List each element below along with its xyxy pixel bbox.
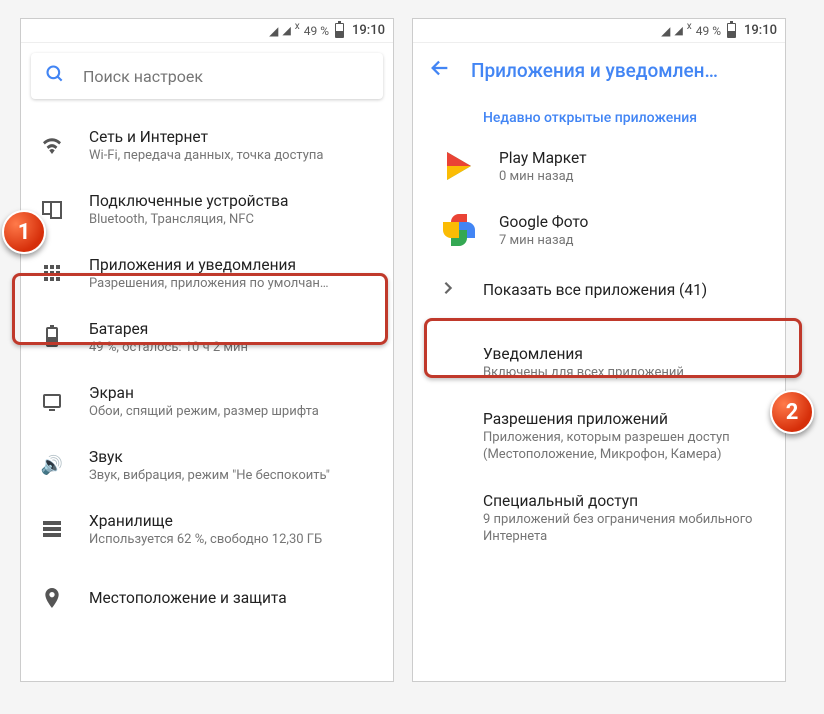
google-photos-icon [439, 210, 479, 250]
item-title: Местоположение и защита [89, 589, 375, 607]
app-subtitle: 0 мин назад [499, 169, 767, 184]
battery-percent: 49 % [696, 24, 721, 38]
status-clock: 19:10 [744, 23, 777, 38]
detail-subtitle: Приложения, которым разрешен доступ (Мес… [483, 430, 767, 464]
detail-special-access[interactable]: Специальный доступ 9 приложений без огра… [413, 478, 785, 560]
settings-item-display[interactable]: Экран Обои, спящий режим, размер шрифта [21, 369, 393, 433]
detail-notifications[interactable]: Уведомления Включены для всех приложений [413, 331, 785, 396]
app-title: Google Фото [499, 213, 767, 231]
signal-icon: ◢ [282, 24, 290, 37]
chevron-right-icon [443, 280, 453, 299]
item-title: Батарея [89, 320, 375, 338]
item-subtitle: Используется 62 %, свободно 12,30 ГБ [89, 532, 375, 547]
callout-badge-1: 1 [2, 210, 46, 254]
devices-icon [39, 201, 65, 217]
item-subtitle: 49 %, осталось: 10 ч 2 мин [89, 340, 375, 355]
detail-title: Разрешения приложений [483, 410, 767, 428]
item-title: Хранилище [89, 512, 375, 530]
app-title: Play Маркет [499, 149, 767, 167]
settings-item-battery[interactable]: Батарея 49 %, осталось: 10 ч 2 мин [21, 305, 393, 369]
wifi-icon [39, 136, 65, 154]
settings-item-network[interactable]: Сеть и Интернет Wi-Fi, передача данных, … [21, 113, 393, 177]
battery-percent: 49 % [304, 24, 329, 38]
status-bar: ◢ ◢ x 49 % 19:10 [21, 19, 393, 43]
settings-item-location[interactable]: Местоположение и защита [21, 561, 393, 625]
signal-icon: ◢ [674, 24, 682, 37]
detail-title: Специальный доступ [483, 492, 767, 510]
item-title: Звук [89, 448, 375, 466]
settings-item-sound[interactable]: 🔊 Звук Звук, вибрация, режим "Не беспоко… [21, 433, 393, 497]
display-icon [39, 394, 65, 408]
item-title: Экран [89, 384, 375, 402]
sound-icon: 🔊 [39, 455, 65, 476]
item-title: Подключенные устройства [89, 192, 375, 210]
recent-app-google-photos[interactable]: Google Фото 7 мин назад [413, 198, 785, 262]
app-subtitle: 7 мин назад [499, 233, 767, 248]
battery-icon [727, 23, 736, 38]
item-title: Приложения и уведомления [89, 256, 375, 274]
item-subtitle: Разрешения, приложения по умолчан… [89, 276, 375, 291]
item-subtitle: Звук, вибрация, режим "Не беспокоить" [89, 468, 375, 483]
app-bar: Приложения и уведомлен… [413, 43, 785, 94]
wifi-icon: ◢ [661, 24, 670, 38]
apps-grid-icon [39, 265, 65, 281]
show-all-apps[interactable]: Показать все приложения (41) [413, 262, 785, 317]
apps-notifications-screen: ◢ ◢ x 49 % 19:10 Приложения и уведомлен…… [412, 18, 786, 682]
recent-apps-header: Недавно открытые приложения [413, 94, 785, 134]
item-subtitle: Bluetooth, Трансляция, NFC [89, 212, 375, 227]
play-store-icon [439, 146, 479, 186]
callout-badge-2: 2 [770, 390, 814, 434]
item-subtitle: Wi-Fi, передача данных, точка доступа [89, 148, 375, 163]
battery-icon [335, 23, 344, 38]
item-subtitle: Обои, спящий режим, размер шрифта [89, 404, 375, 419]
search-settings[interactable]: Поиск настроек [31, 53, 383, 99]
status-clock: 19:10 [352, 23, 385, 38]
recent-app-play-market[interactable]: Play Маркет 0 мин назад [413, 134, 785, 198]
storage-icon [39, 521, 65, 537]
settings-item-connected[interactable]: Подключенные устройства Bluetooth, Транс… [21, 177, 393, 241]
detail-subtitle: 9 приложений без ограничения мобильного … [483, 512, 767, 546]
battery-icon [39, 327, 65, 347]
settings-screen: ◢ ◢ x 49 % 19:10 Поиск настроек Сеть и И… [20, 18, 394, 682]
show-all-label: Показать все приложения (41) [483, 281, 707, 299]
settings-list: Сеть и Интернет Wi-Fi, передача данных, … [21, 109, 393, 681]
location-icon [39, 588, 65, 608]
detail-subtitle: Включены для всех приложений [483, 365, 767, 382]
search-placeholder: Поиск настроек [83, 67, 203, 86]
detail-permissions[interactable]: Разрешения приложений Приложения, которы… [413, 396, 785, 478]
settings-item-storage[interactable]: Хранилище Используется 62 %, свободно 12… [21, 497, 393, 561]
status-bar: ◢ ◢ x 49 % 19:10 [413, 19, 785, 43]
back-button[interactable] [429, 57, 451, 84]
wifi-icon: ◢ [269, 24, 278, 38]
settings-item-apps[interactable]: Приложения и уведомления Разрешения, при… [21, 241, 393, 305]
search-icon [45, 64, 65, 89]
page-title: Приложения и уведомлен… [471, 59, 769, 82]
item-title: Сеть и Интернет [89, 128, 375, 146]
detail-title: Уведомления [483, 345, 767, 363]
